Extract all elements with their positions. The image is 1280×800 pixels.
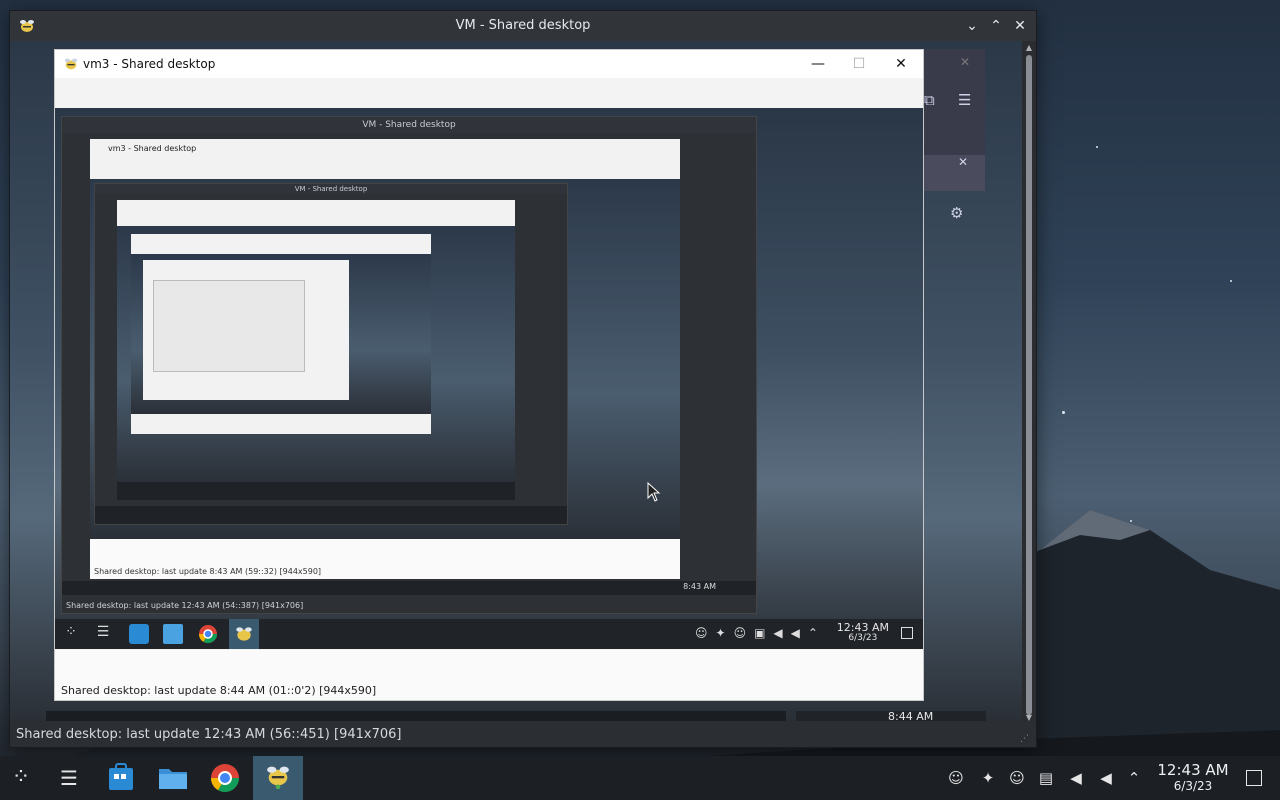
vm-app-taskbar-button[interactable] <box>229 619 259 649</box>
nested-vm-title-l3: VM - Shared desktop <box>95 184 567 194</box>
vm-window-title: VM - Shared desktop <box>455 18 591 33</box>
vm3-status-bar: Shared desktop: last update 8:44 AM (01:… <box>55 650 923 700</box>
nested-window-l5 <box>131 234 431 434</box>
vm-status-bar: Shared desktop: last update 12:43 AM (56… <box>10 721 1036 747</box>
launcher-icon[interactable]: ⁘ <box>61 624 81 644</box>
vm-app-taskbar-button[interactable] <box>253 756 303 800</box>
resize-grip-icon[interactable]: ⋰ <box>1020 734 1029 744</box>
folder-icon[interactable] <box>163 624 183 644</box>
vm3-window-title: vm3 - Shared desktop <box>83 57 216 71</box>
vm3-taskbar-date: 6/3/23 <box>848 633 878 643</box>
chevron-up-icon[interactable]: ⌃ <box>1124 768 1144 788</box>
mouse-cursor-icon <box>647 482 661 502</box>
gear-icon: ⚙ <box>950 204 964 222</box>
nested-screen-l5 <box>131 254 431 414</box>
nested-vm3-window: vm3 - Shared desktop VM - Shared desktop <box>90 139 680 579</box>
close-button[interactable]: ✕ <box>890 54 912 74</box>
vm-inner-taskbar <box>46 711 786 721</box>
nested-vm3-title: vm3 - Shared desktop <box>108 144 197 153</box>
folder-icon[interactable] <box>156 762 190 794</box>
clock-time: 12:43 AM <box>1157 761 1229 779</box>
vm3-window[interactable]: vm3 - Shared desktop — ☐ ✕ VM - Shared d… <box>54 49 924 701</box>
nested-vm-status-text: Shared desktop: last update 12:43 AM (54… <box>66 601 304 610</box>
maximize-button[interactable]: ☐ <box>848 54 870 74</box>
user-icon[interactable]: ☺ <box>946 768 966 788</box>
task-switcher-icon[interactable]: ☰ <box>52 762 86 794</box>
vm-app-icon <box>267 766 289 790</box>
vm3-taskbar-time: 12:43 AM <box>836 621 889 634</box>
volume-icon[interactable]: ◀ <box>1096 768 1116 788</box>
nested-vm-window-l3: VM - Shared desktop <box>94 183 568 525</box>
nested-screen-l4 <box>117 226 515 482</box>
star <box>1230 280 1232 282</box>
vm-app-icon[interactable]: ✦ <box>978 768 998 788</box>
vm3-remote-screen[interactable]: VM - Shared desktop vm3 - Shared desktop… <box>55 108 923 648</box>
extension-icon: ⧉ <box>924 91 935 109</box>
nested-taskbar-time: 8:43 AM <box>683 582 716 591</box>
vm3-taskbar-clock: 12:43 AM 6/3/23 <box>837 622 889 644</box>
launcher-icon[interactable]: ⁘ <box>4 762 38 794</box>
taskbar-clock[interactable]: 12:43 AM 6/3/23 <box>1150 761 1236 794</box>
vm3-tray-icons: ☺✦☺▣◀◀⌃ <box>695 626 826 640</box>
close-button[interactable]: ✕ <box>1010 16 1030 36</box>
nested-taskbar-l3 <box>95 506 567 524</box>
users-icon[interactable]: ☺ <box>1007 768 1027 788</box>
nested-vm3-status-bar: Shared desktop: last update 8:43 AM (59:… <box>90 539 680 579</box>
clock-date: 6/3/23 <box>1173 779 1213 793</box>
store-icon[interactable] <box>129 624 149 644</box>
vm-inner-taskbar-time: 8:44 AM <box>888 710 934 721</box>
task-switcher-icon[interactable]: ☰ <box>93 624 113 644</box>
host-taskbar: ⁘ ☰ ☺ ✦ ☺ ▤ ◀ ◀ ⌃ 12:43 AM 6/3/23 <box>0 756 1280 800</box>
nested-vm-title: VM - Shared desktop <box>62 117 756 133</box>
nested-vm-window: VM - Shared desktop vm3 - Shared desktop… <box>61 116 757 614</box>
show-desktop-button[interactable] <box>1246 770 1262 786</box>
nested-vm3-screen: VM - Shared desktop <box>90 179 680 539</box>
minimize-button[interactable]: ⌄ <box>962 16 982 36</box>
scroll-up-arrow[interactable]: ▲ <box>1024 43 1034 53</box>
vm-status-text: Shared desktop: last update 12:43 AM (56… <box>16 727 402 742</box>
nested-window-l4 <box>117 200 515 500</box>
vm3-toolbar <box>55 78 923 109</box>
nested-window-l6 <box>143 260 349 400</box>
nested-taskbar: 8:43 AM <box>62 581 756 595</box>
menu-icon: ☰ <box>958 91 972 109</box>
clipboard-icon[interactable]: ▤ <box>1036 768 1056 788</box>
store-icon[interactable] <box>104 762 138 794</box>
star <box>1062 411 1065 414</box>
show-desktop-button[interactable] <box>901 627 913 639</box>
vm-app-icon <box>64 58 78 70</box>
scrollbar-thumb[interactable] <box>1026 55 1032 715</box>
vm-titlebar[interactable]: VM - Shared desktop ⌄ ⌃ ✕ <box>10 11 1036 41</box>
speaker-muted-icon[interactable]: ◀ <box>1066 768 1086 788</box>
chrome-icon[interactable] <box>208 762 242 794</box>
vm3-status-text: Shared desktop: last update 8:44 AM (01:… <box>61 684 377 697</box>
star <box>1096 146 1098 148</box>
nested-taskbar-l4 <box>117 482 515 500</box>
vm-app-icon <box>236 627 252 641</box>
vm3-taskbar: ⁘ ☰ ☺✦☺▣◀◀⌃ 12:43 AM 6/3/23 <box>55 619 923 649</box>
vm3-titlebar[interactable]: vm3 - Shared desktop — ☐ ✕ <box>55 50 923 78</box>
vertical-scrollbar[interactable]: ▲ ▼ <box>1022 41 1036 725</box>
close-icon: ✕ <box>960 55 971 69</box>
maximize-button[interactable]: ⌃ <box>986 16 1006 36</box>
nested-window-l7 <box>153 280 305 372</box>
close-icon: ✕ <box>958 155 969 169</box>
minimize-button[interactable]: — <box>807 54 829 74</box>
chrome-icon[interactable] <box>198 624 218 644</box>
nested-vm3-status-text: Shared desktop: last update 8:43 AM (59:… <box>94 567 322 576</box>
